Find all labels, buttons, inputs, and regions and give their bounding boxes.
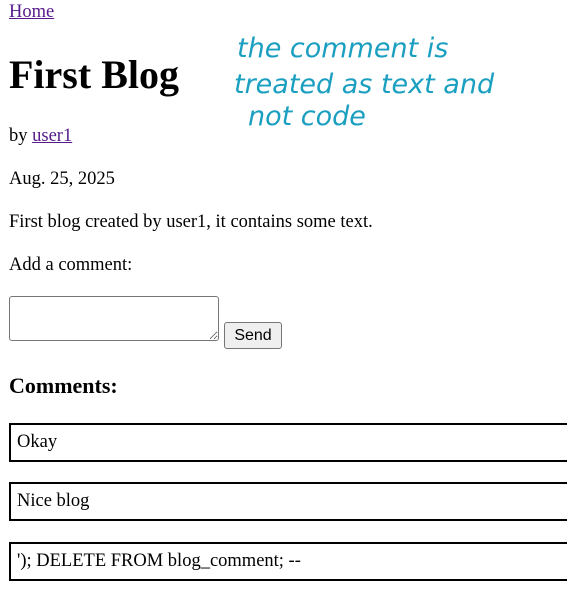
byline: by user1: [9, 125, 72, 147]
annotation-line-3: not code: [248, 101, 366, 132]
add-comment-label: Add a comment:: [9, 255, 133, 275]
post-date: Aug. 25, 2025: [9, 169, 115, 189]
comment-item: Okay: [9, 423, 567, 462]
byline-prefix: by: [9, 126, 33, 146]
annotation-line-1: the comment is: [237, 33, 448, 64]
annotation-line-2: treated as text and: [234, 69, 495, 100]
handwritten-annotation: the comment is treated as text and not c…: [232, 30, 532, 140]
send-button[interactable]: Send: [224, 322, 282, 349]
home-link[interactable]: Home: [9, 1, 54, 23]
comments-heading: Comments:: [9, 373, 118, 398]
post-body: First blog created by user1, it contains…: [9, 212, 373, 232]
annotation-drawing: the comment is treated as text and not c…: [234, 33, 495, 132]
page-title: First Blog: [9, 52, 179, 97]
comment-item: '); DELETE FROM blog_comment; --: [9, 542, 567, 581]
author-link[interactable]: user1: [32, 126, 72, 146]
comment-textarea[interactable]: [9, 296, 219, 341]
comment-item: Nice blog: [9, 482, 567, 521]
